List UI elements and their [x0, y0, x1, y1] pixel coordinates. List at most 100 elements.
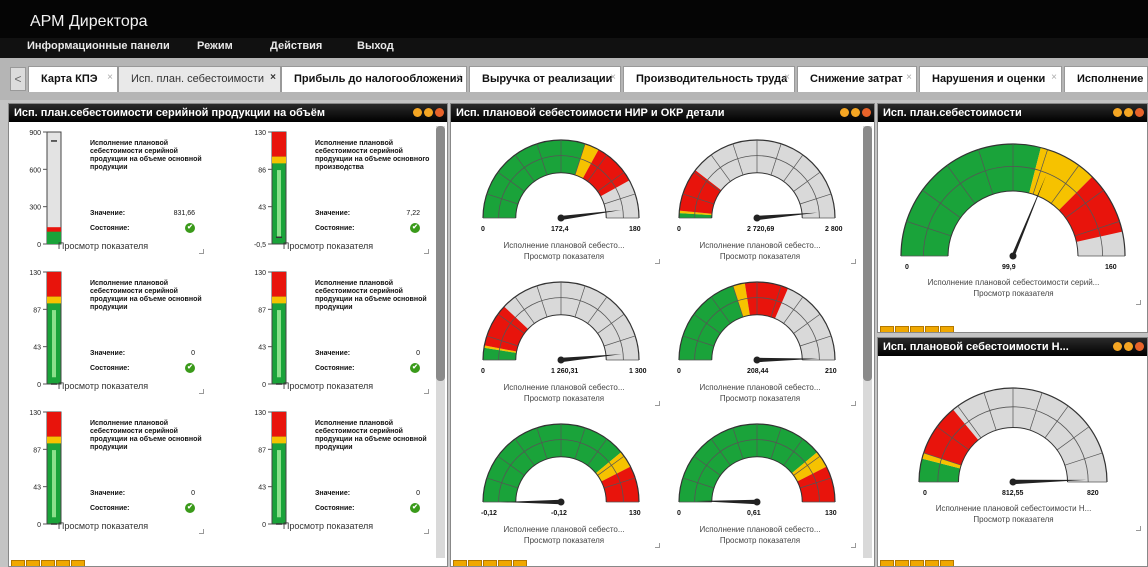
- layout-icon[interactable]: [880, 560, 894, 566]
- maximize-icon[interactable]: [851, 108, 860, 117]
- tab-productivity[interactable]: Производительность труда ×: [623, 66, 795, 92]
- grid-icon[interactable]: [483, 560, 497, 566]
- tab-scroll-left-button[interactable]: <: [10, 67, 26, 91]
- tab-plan-cost[interactable]: Исп. план. себестоимости ×: [118, 66, 281, 92]
- view-indicator-link[interactable]: Просмотр показателя: [469, 394, 659, 404]
- view-indicator-link[interactable]: Просмотр показателя: [878, 289, 1147, 299]
- resize-handle-icon[interactable]: [655, 259, 660, 264]
- tick-label: 86: [258, 167, 266, 174]
- view-indicator-link[interactable]: Просмотр показателя: [13, 381, 193, 391]
- list-icon[interactable]: [56, 560, 70, 566]
- minimize-icon[interactable]: [840, 108, 849, 117]
- panel-header[interactable]: Исп. плановой себестоимости НИР и ОКР де…: [451, 104, 874, 122]
- menu-mode[interactable]: Режим: [197, 40, 233, 52]
- close-icon[interactable]: [1135, 108, 1144, 117]
- tab-profit[interactable]: Прибыль до налогообложения ×: [281, 66, 467, 92]
- minimize-icon[interactable]: [1113, 108, 1122, 117]
- needle-hub: [557, 356, 565, 364]
- view-indicator-link[interactable]: Просмотр показателя: [665, 252, 855, 262]
- table-icon[interactable]: [26, 560, 40, 566]
- close-icon[interactable]: ×: [456, 72, 462, 83]
- view-indicator-link[interactable]: Просмотр показателя: [665, 394, 855, 404]
- resize-handle-icon[interactable]: [851, 259, 856, 264]
- table-icon[interactable]: [895, 326, 909, 332]
- resize-handle-icon[interactable]: [1136, 526, 1141, 531]
- resize-handle-icon[interactable]: [851, 543, 856, 548]
- grid-icon[interactable]: [910, 326, 924, 332]
- view-indicator-link[interactable]: Просмотр показателя: [238, 381, 418, 391]
- close-icon[interactable]: ×: [107, 72, 113, 83]
- close-icon[interactable]: [862, 108, 871, 117]
- minimize-icon[interactable]: [413, 108, 422, 117]
- list-icon[interactable]: [925, 560, 939, 566]
- chart-icon[interactable]: [513, 560, 527, 566]
- close-icon[interactable]: ×: [906, 72, 912, 83]
- panel-header[interactable]: Исп. план.себестоимости: [878, 104, 1147, 122]
- view-indicator-link[interactable]: Просмотр показателя: [878, 515, 1147, 525]
- tab-execution[interactable]: Исполнение Го: [1064, 66, 1148, 92]
- view-indicator-link[interactable]: Просмотр показателя: [13, 241, 193, 251]
- list-icon[interactable]: [498, 560, 512, 566]
- tab-kpi-map[interactable]: Карта КПЭ ×: [28, 66, 118, 92]
- gauge-caption: Исполнение плановой себесто...: [503, 525, 625, 534]
- resize-handle-icon[interactable]: [851, 401, 856, 406]
- view-indicator-link[interactable]: Просмотр показателя: [238, 521, 418, 531]
- list-icon[interactable]: [925, 326, 939, 332]
- tab-cost-reduction[interactable]: Снижение затрат ×: [797, 66, 917, 92]
- resize-handle-icon[interactable]: [655, 401, 660, 406]
- view-indicator-link[interactable]: Просмотр показателя: [238, 241, 418, 251]
- view-indicator-link[interactable]: Просмотр показателя: [665, 536, 855, 546]
- maximize-icon[interactable]: [1124, 108, 1133, 117]
- view-indicator-link[interactable]: Просмотр показателя: [13, 521, 193, 531]
- resize-handle-icon[interactable]: [424, 389, 429, 394]
- maximize-icon[interactable]: [1124, 342, 1133, 351]
- chart-icon[interactable]: [940, 326, 954, 332]
- scrollbar[interactable]: [436, 126, 445, 558]
- resize-handle-icon[interactable]: [655, 543, 660, 548]
- tab-revenue[interactable]: Выручка от реализации ×: [469, 66, 621, 92]
- panel-header[interactable]: Исп. план.себестоимости серийной продукц…: [9, 104, 447, 122]
- chart-icon[interactable]: [71, 560, 85, 566]
- panel-toolbar: [11, 556, 131, 566]
- table-icon[interactable]: [895, 560, 909, 566]
- close-icon[interactable]: [435, 108, 444, 117]
- menu-actions[interactable]: Действия: [270, 40, 322, 52]
- scrollbar[interactable]: [863, 126, 872, 558]
- maximize-icon[interactable]: [424, 108, 433, 117]
- thermo-card: 130 86 43 -0,5 Исполнение плановой себестоим…: [238, 126, 429, 266]
- close-icon[interactable]: ×: [270, 72, 276, 83]
- resize-handle-icon[interactable]: [199, 529, 204, 534]
- close-icon[interactable]: ×: [610, 72, 616, 83]
- thermo-card: 130 87 43 0 Исполнение плановой себестоимост…: [13, 266, 204, 406]
- scrollbar-thumb[interactable]: [863, 126, 872, 381]
- menu-dashboards[interactable]: Информационные панели: [27, 40, 170, 52]
- state-row: Состояние: ✔: [315, 223, 420, 233]
- gauge-min-label: 0: [677, 510, 681, 517]
- resize-handle-icon[interactable]: [424, 249, 429, 254]
- card-title: Исполнение плановой себестоимости серийн…: [90, 420, 202, 451]
- grid-icon[interactable]: [41, 560, 55, 566]
- close-icon[interactable]: [1135, 342, 1144, 351]
- panel-header[interactable]: Исп. плановой себестоимости Н...: [878, 338, 1147, 356]
- red-zone: [272, 132, 286, 157]
- resize-handle-icon[interactable]: [1136, 300, 1141, 305]
- minimize-icon[interactable]: [1113, 342, 1122, 351]
- table-icon[interactable]: [468, 560, 482, 566]
- chart-icon[interactable]: [940, 560, 954, 566]
- layout-icon[interactable]: [880, 326, 894, 332]
- grid-icon[interactable]: [910, 560, 924, 566]
- resize-handle-icon[interactable]: [199, 249, 204, 254]
- scrollbar-thumb[interactable]: [436, 126, 445, 381]
- needle-hub: [1009, 252, 1017, 260]
- view-indicator-link[interactable]: Просмотр показателя: [469, 252, 659, 262]
- menu-exit[interactable]: Выход: [357, 40, 394, 52]
- resize-handle-icon[interactable]: [199, 389, 204, 394]
- resize-handle-icon[interactable]: [424, 529, 429, 534]
- close-icon[interactable]: ×: [1051, 72, 1057, 83]
- layout-icon[interactable]: [11, 560, 25, 566]
- close-icon[interactable]: ×: [784, 72, 790, 83]
- state-label: Состояние:: [90, 225, 130, 232]
- layout-icon[interactable]: [453, 560, 467, 566]
- tab-violations[interactable]: Нарушения и оценки ×: [919, 66, 1062, 92]
- view-indicator-link[interactable]: Просмотр показателя: [469, 536, 659, 546]
